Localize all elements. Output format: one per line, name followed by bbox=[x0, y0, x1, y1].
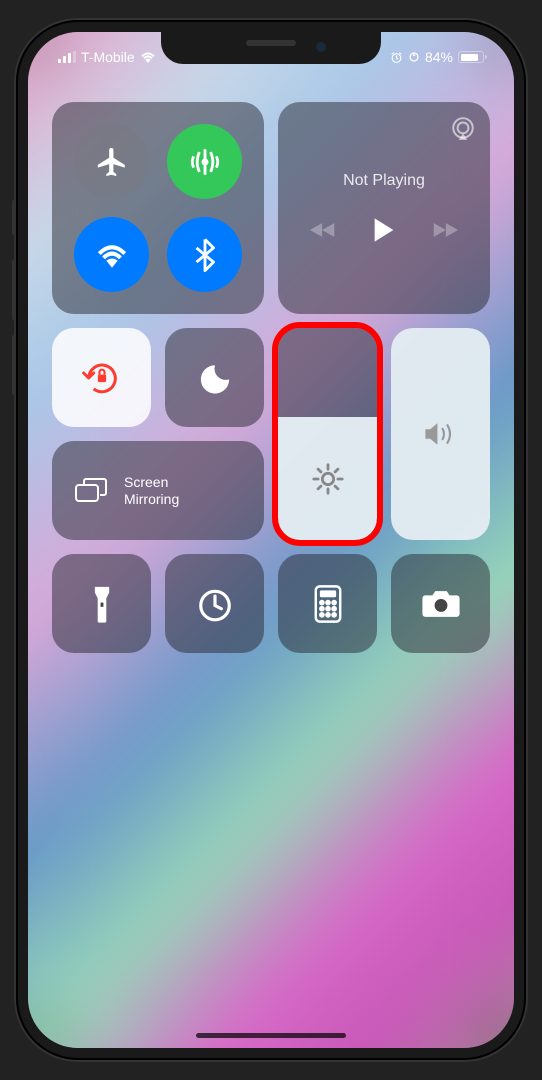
camera-button[interactable] bbox=[391, 554, 490, 653]
airplane-mode-button[interactable] bbox=[74, 124, 149, 199]
previous-track-button[interactable] bbox=[310, 220, 336, 240]
status-bar-left: T-Mobile bbox=[58, 46, 156, 68]
media-status: Not Playing bbox=[343, 172, 425, 190]
volume-slider[interactable] bbox=[391, 328, 490, 540]
cellular-signal-icon bbox=[58, 51, 76, 63]
notch bbox=[161, 32, 381, 64]
control-center: Not Playing bbox=[52, 102, 490, 653]
status-bar-right: 84% bbox=[390, 46, 484, 68]
screen-mirroring-button[interactable]: Screen Mirroring bbox=[52, 441, 264, 540]
alarm-icon bbox=[390, 51, 403, 64]
orientation-lock-button[interactable] bbox=[52, 328, 151, 427]
brightness-slider[interactable] bbox=[278, 328, 377, 540]
calculator-button[interactable] bbox=[278, 554, 377, 653]
screen: T-Mobile bbox=[28, 32, 514, 1048]
brightness-icon bbox=[311, 462, 345, 496]
screen-mirroring-label-1: Screen bbox=[124, 474, 179, 491]
carrier-name: T-Mobile bbox=[81, 49, 135, 65]
timer-button[interactable] bbox=[165, 554, 264, 653]
battery-percent: 84% bbox=[425, 49, 453, 65]
screen-mirroring-label-2: Mirroring bbox=[124, 491, 179, 508]
connectivity-tile bbox=[52, 102, 264, 314]
flashlight-button[interactable] bbox=[52, 554, 151, 653]
do-not-disturb-button[interactable] bbox=[165, 328, 264, 427]
airplay-icon[interactable] bbox=[450, 116, 476, 142]
wifi-button[interactable] bbox=[74, 217, 149, 292]
volume-icon bbox=[423, 419, 459, 449]
media-tile[interactable]: Not Playing bbox=[278, 102, 490, 314]
screen-mirroring-icon bbox=[74, 477, 110, 505]
battery-icon bbox=[458, 51, 484, 63]
wifi-status-icon bbox=[140, 51, 156, 63]
cellular-data-button[interactable] bbox=[167, 124, 242, 199]
bluetooth-button[interactable] bbox=[167, 217, 242, 292]
play-button[interactable] bbox=[372, 216, 396, 244]
location-icon bbox=[408, 51, 420, 63]
next-track-button[interactable] bbox=[432, 220, 458, 240]
home-indicator[interactable] bbox=[196, 1033, 346, 1038]
phone-frame: T-Mobile bbox=[16, 20, 526, 1060]
